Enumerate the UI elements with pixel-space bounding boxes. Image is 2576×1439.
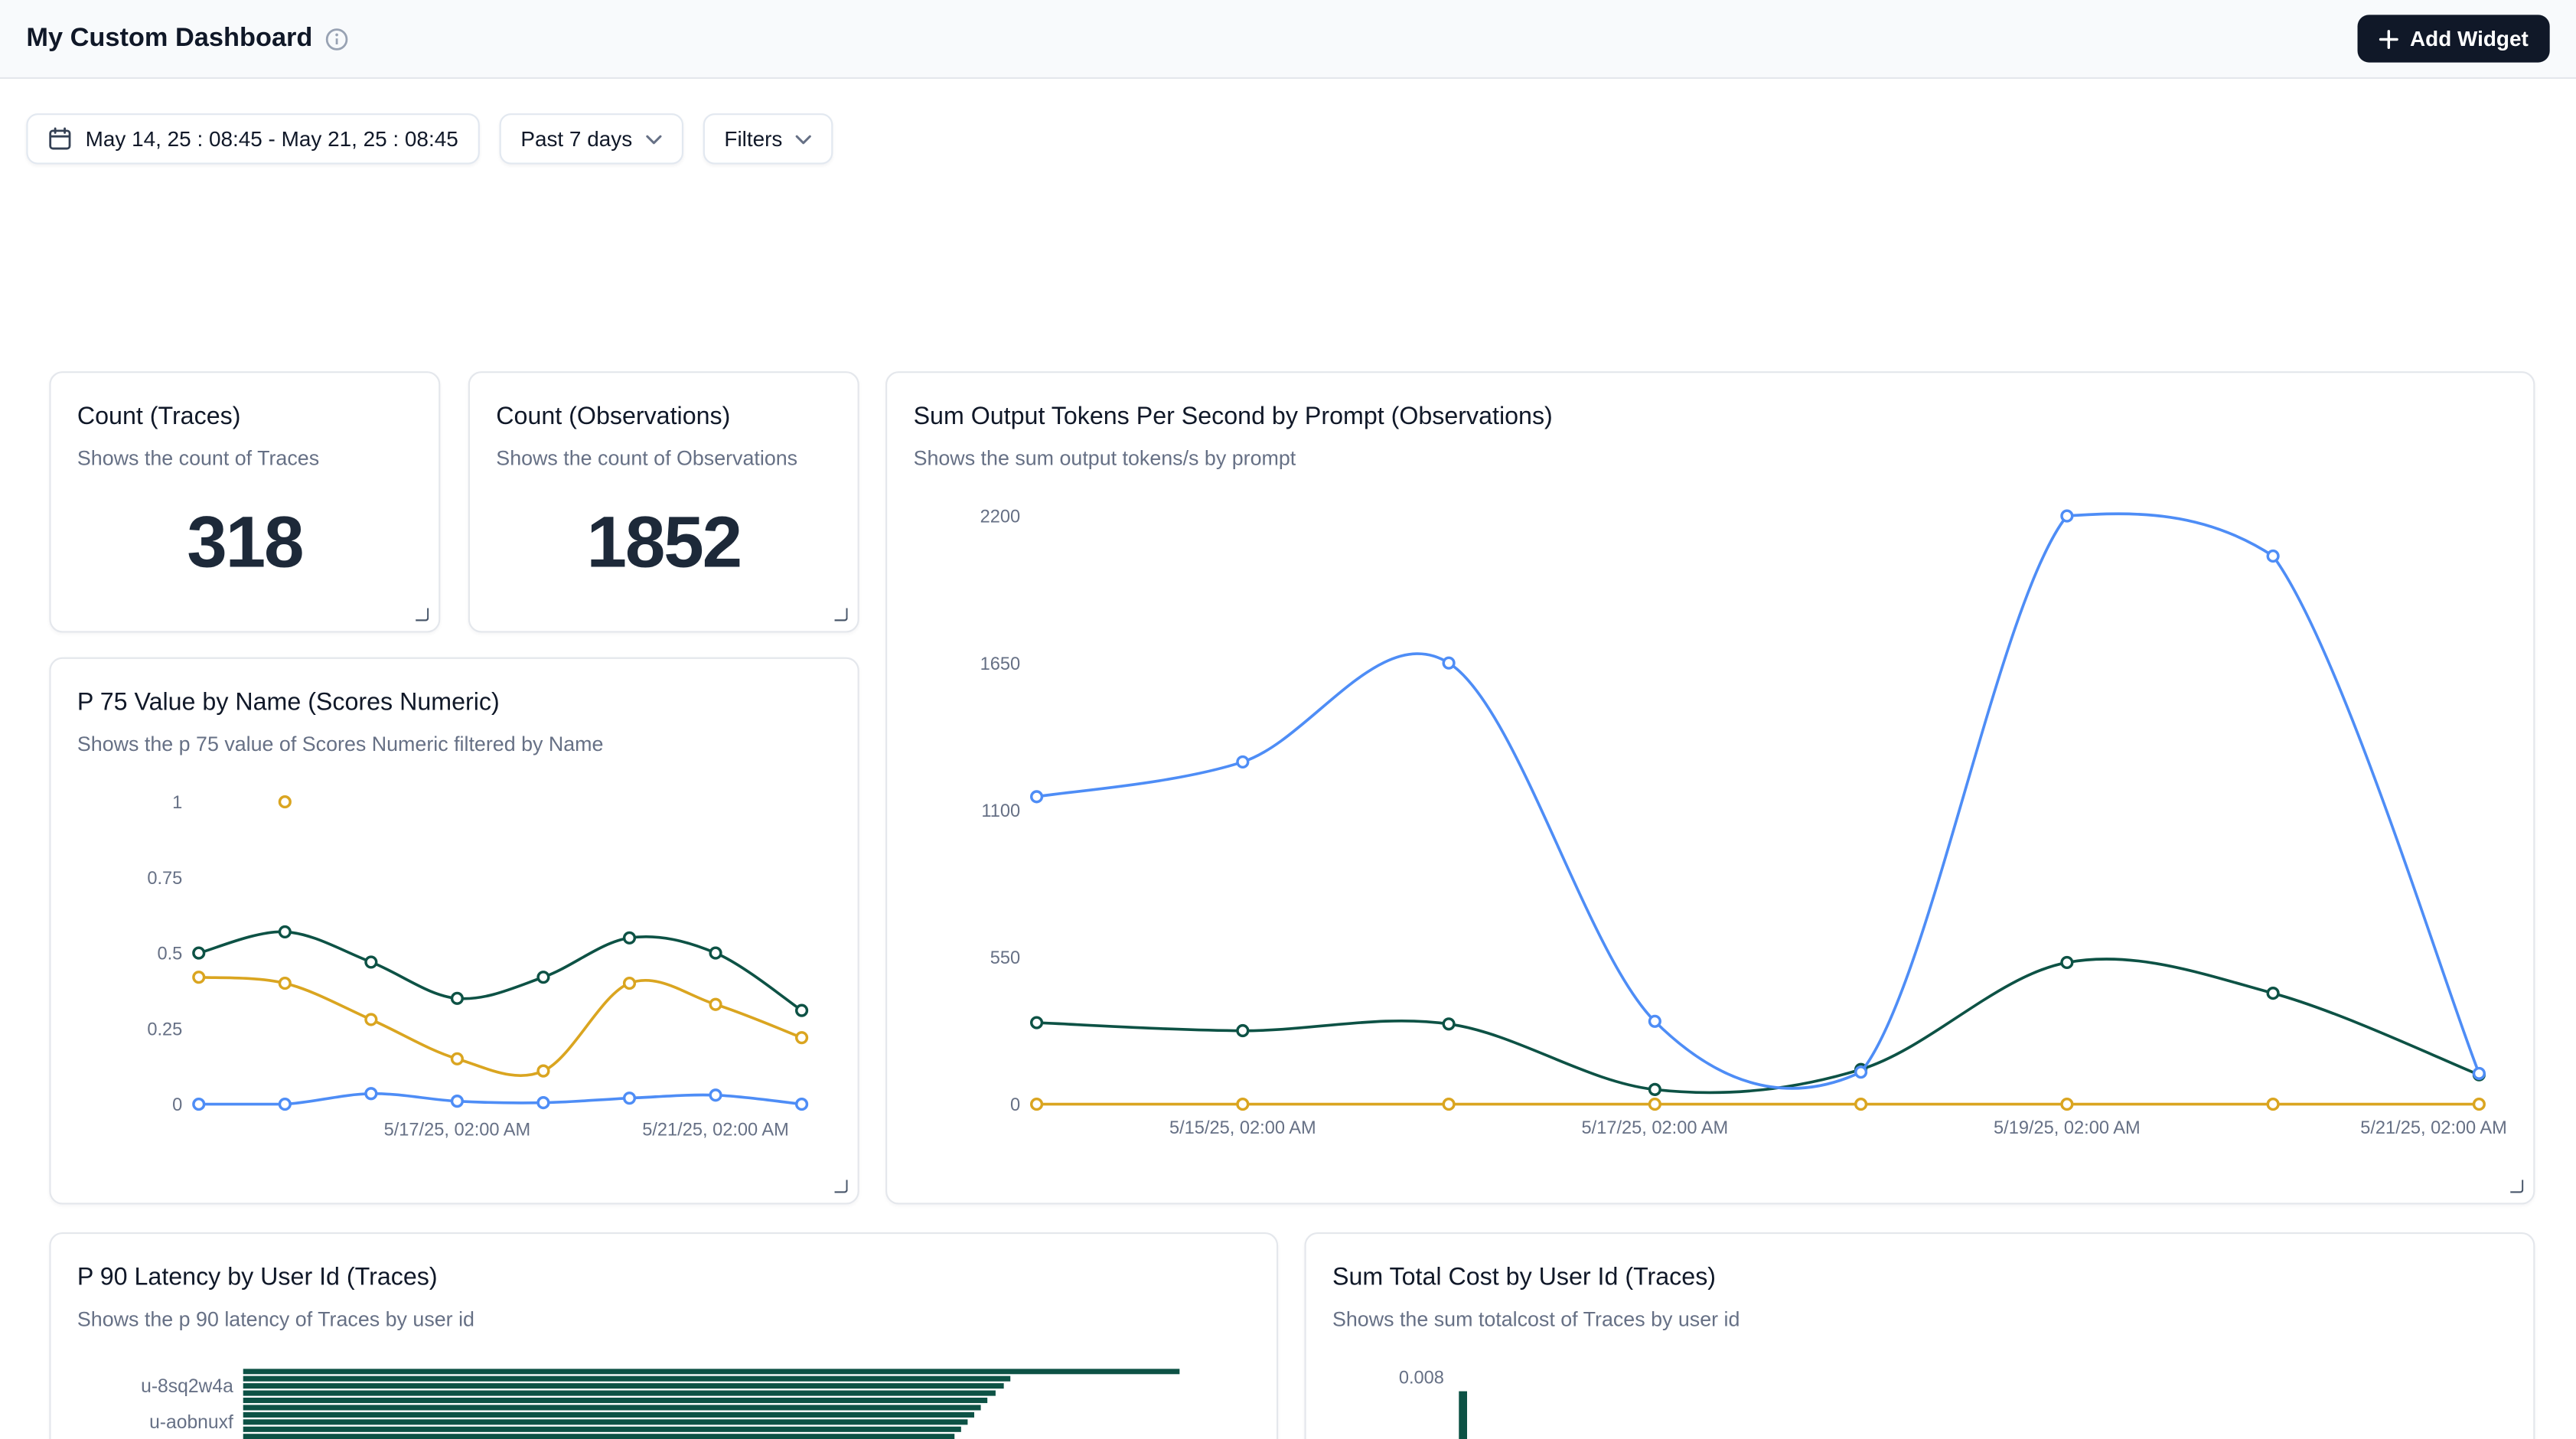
widget-title: P 90 Latency by User Id (Traces) bbox=[77, 1261, 1251, 1297]
svg-text:1650: 1650 bbox=[980, 654, 1021, 674]
widget-subtitle: Shows the count of Traces bbox=[77, 445, 412, 472]
chevron-down-icon bbox=[645, 134, 661, 144]
calendar-icon bbox=[47, 126, 72, 151]
svg-text:0: 0 bbox=[172, 1095, 182, 1115]
widget-subtitle: Shows the p 90 latency of Traces by user… bbox=[77, 1307, 1251, 1333]
svg-text:1: 1 bbox=[172, 793, 182, 813]
widget-grid: Count (Traces) Shows the count of Traces… bbox=[0, 165, 2576, 1439]
add-widget-label: Add Widget bbox=[2410, 26, 2529, 51]
widget-title: Count (Observations) bbox=[496, 400, 831, 436]
stat-value: 318 bbox=[51, 472, 439, 631]
page-title: My Custom Dashboard bbox=[26, 24, 312, 54]
widget-title: P 75 Value by Name (Scores Numeric) bbox=[77, 685, 831, 721]
dashboard-page: My Custom Dashboard Add Widget May 14, 2… bbox=[0, 0, 2576, 1439]
svg-text:0.25: 0.25 bbox=[147, 1020, 182, 1039]
widget-subtitle: Shows the sum totalcost of Traces by use… bbox=[1332, 1307, 2507, 1333]
resize-handle-icon[interactable] bbox=[835, 1180, 848, 1193]
resize-handle-icon[interactable] bbox=[835, 608, 848, 621]
svg-text:0: 0 bbox=[1010, 1095, 1020, 1115]
svg-text:0.5: 0.5 bbox=[157, 945, 182, 964]
filters-label: Filters bbox=[724, 126, 782, 151]
svg-text:0.008: 0.008 bbox=[1399, 1369, 1444, 1388]
svg-text:5/17/25, 02:00 AM: 5/17/25, 02:00 AM bbox=[384, 1120, 531, 1140]
tokens-line-chart[interactable]: 0 550 1100 1650 2200 5/15/25, 02:00 AM 5/17/25… bbox=[914, 486, 2511, 1147]
cost-bar-chart[interactable]: 0.0080.006 bbox=[1332, 1359, 2510, 1439]
svg-text:5/15/25, 02:00 AM: 5/15/25, 02:00 AM bbox=[1169, 1118, 1316, 1138]
date-range-picker[interactable]: May 14, 25 : 08:45 - May 21, 25 : 08:45 bbox=[26, 113, 479, 165]
svg-text:u-aobnuxf: u-aobnuxf bbox=[149, 1412, 233, 1433]
info-icon[interactable] bbox=[326, 27, 349, 50]
svg-text:u-8sq2w4a: u-8sq2w4a bbox=[141, 1376, 233, 1397]
widget-subtitle: Shows the count of Observations bbox=[496, 445, 831, 472]
widget-count-observations: Count (Observations) Shows the count of … bbox=[468, 371, 859, 632]
page-header: My Custom Dashboard Add Widget bbox=[0, 0, 2576, 79]
widget-title: Sum Output Tokens Per Second by Prompt (… bbox=[914, 400, 2507, 436]
resize-handle-icon[interactable] bbox=[416, 608, 429, 621]
add-widget-button[interactable]: Add Widget bbox=[2357, 15, 2549, 62]
svg-text:5/21/25, 02:00 AM: 5/21/25, 02:00 AM bbox=[2360, 1118, 2507, 1138]
filters-dropdown[interactable]: Filters bbox=[703, 113, 833, 165]
svg-text:5/17/25, 02:00 AM: 5/17/25, 02:00 AM bbox=[1582, 1118, 1729, 1138]
widget-title: Count (Traces) bbox=[77, 400, 412, 436]
chevron-down-icon bbox=[796, 134, 812, 144]
widget-total-cost-by-user: Sum Total Cost by User Id (Traces) Shows… bbox=[1304, 1232, 2535, 1439]
toolbar: May 14, 25 : 08:45 - May 21, 25 : 08:45 … bbox=[0, 79, 2576, 165]
widget-count-traces: Count (Traces) Shows the count of Traces… bbox=[49, 371, 440, 632]
widget-subtitle: Shows the sum output tokens/s by prompt bbox=[914, 445, 2507, 472]
p75-line-chart[interactable]: 0 0.25 0.5 0.75 1 5/17/25, 02:00 AM 5/21/25, 0… bbox=[77, 771, 835, 1149]
widget-tokens-by-prompt: Sum Output Tokens Per Second by Prompt (… bbox=[885, 371, 2535, 1204]
svg-text:5/19/25, 02:00 AM: 5/19/25, 02:00 AM bbox=[1994, 1118, 2141, 1138]
date-range-label: May 14, 25 : 08:45 - May 21, 25 : 08:45 bbox=[86, 126, 458, 151]
widget-p75-by-name: P 75 Value by Name (Scores Numeric) Show… bbox=[49, 658, 859, 1205]
plus-icon bbox=[2379, 29, 2398, 49]
svg-text:1100: 1100 bbox=[981, 801, 1020, 821]
latency-bar-chart[interactable]: u-8sq2w4au-aobnuxfu-tFAR5TXu-zVqP3hwu-5M… bbox=[77, 1369, 1254, 1439]
resize-handle-icon[interactable] bbox=[2510, 1180, 2523, 1193]
range-preset-dropdown[interactable]: Past 7 days bbox=[499, 113, 683, 165]
svg-text:550: 550 bbox=[990, 948, 1020, 968]
range-preset-label: Past 7 days bbox=[520, 126, 632, 151]
widget-subtitle: Shows the p 75 value of Scores Numeric f… bbox=[77, 731, 831, 757]
svg-text:0.75: 0.75 bbox=[147, 869, 182, 889]
svg-text:5/21/25, 02:00 AM: 5/21/25, 02:00 AM bbox=[642, 1120, 789, 1140]
stat-value: 1852 bbox=[470, 472, 858, 631]
widget-title: Sum Total Cost by User Id (Traces) bbox=[1332, 1261, 2507, 1297]
svg-text:2200: 2200 bbox=[980, 507, 1021, 527]
widget-p90-latency-by-user: P 90 Latency by User Id (Traces) Shows t… bbox=[49, 1232, 1278, 1439]
